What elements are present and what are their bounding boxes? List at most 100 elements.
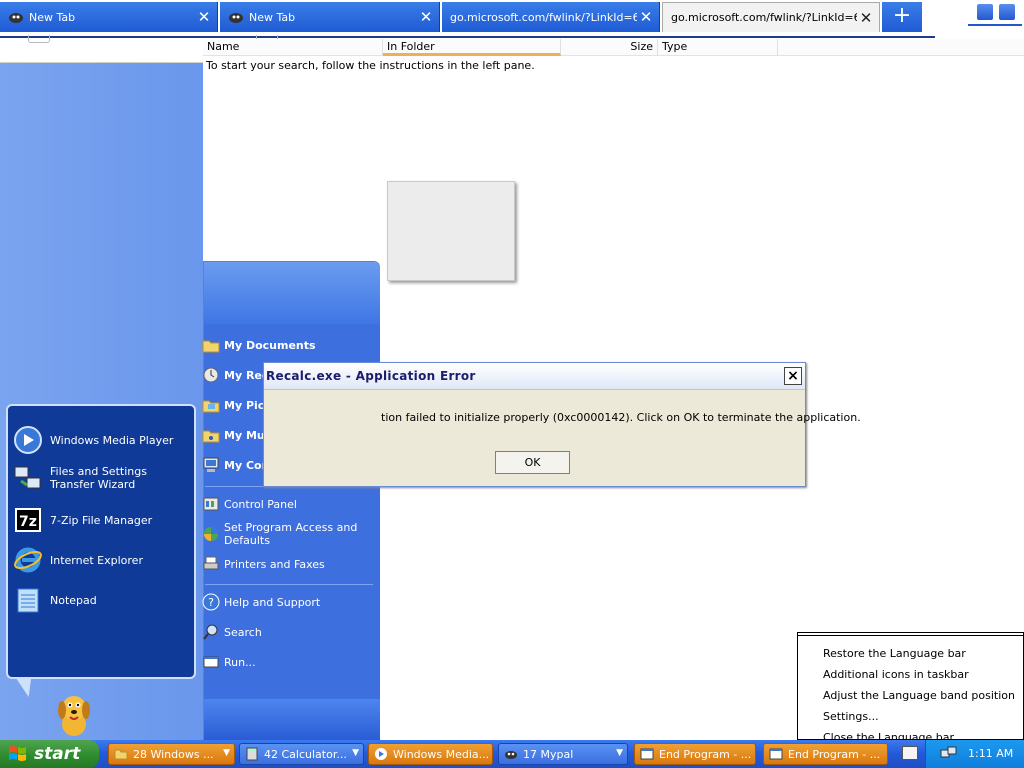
browser-tab-1[interactable]: New Tab ✕ [0,2,218,32]
network-icon[interactable] [940,746,958,765]
results-column-header: Name In Folder Size Type [203,39,1024,56]
taskbar-button-mypal[interactable]: 17 Mypal ▼ [498,743,628,765]
taskbar-button-label: 42 Calculator... [264,747,347,761]
menu-separator [205,584,373,585]
menu-item-help[interactable]: ? Help and Support [201,592,376,612]
menu-item-restore-language-bar[interactable]: Restore the Language bar [823,647,966,660]
search-assistant-dog-icon[interactable] [50,690,98,738]
help-icon: ? [201,592,221,612]
my-music-icon [201,425,221,445]
menu-item-label: Run... [224,655,256,669]
menu-item-7zip[interactable]: 7z 7-Zip File Manager [12,504,192,536]
column-type[interactable]: Type [658,39,778,56]
tab-title: go.microsoft.com/fwlink/?LinkId=6915 [450,10,637,24]
menu-item-label: Internet Explorer [50,553,143,567]
start-button[interactable]: start [0,740,99,768]
window-icon [640,747,654,761]
menu-item-search[interactable]: Search [201,622,376,642]
menu-item-run[interactable]: Run... [201,652,376,672]
control-panel-icon [201,494,221,514]
menu-item-internet-explorer[interactable]: Internet Explorer [12,544,192,576]
restore-button[interactable] [976,3,994,21]
taskbar-button-end-program-2[interactable]: End Program - ... [763,743,888,765]
column-size[interactable]: Size [561,39,658,56]
group-arrow-icon: ▼ [616,748,623,758]
menu-item-settings[interactable]: Settings... [823,710,879,723]
svg-text:7z: 7z [19,514,37,530]
dialog-close-button[interactable]: × [784,367,802,385]
menu-item-notepad[interactable]: Notepad [12,584,192,616]
svg-text:?: ? [208,596,214,609]
taskbar-button-windows-explorer[interactable]: 28 Windows ... ▼ [108,743,235,765]
mypal-icon [228,9,244,25]
close-window-button[interactable] [998,3,1016,21]
clock[interactable]: 1:11 AM [968,747,1013,760]
menu-item-adjust-band-position[interactable]: Adjust the Language band position [823,689,1015,702]
folder-icon [114,747,128,761]
menu-item-label: 7-Zip File Manager [50,513,153,527]
dialog-title-bar[interactable]: Recalc.exe - Application Error × [264,363,805,390]
taskbar-button-label: Windows Media... [393,747,490,761]
column-in-folder[interactable]: In Folder [383,39,561,56]
window-icon [769,747,783,761]
menu-item-additional-icons[interactable]: Additional icons in taskbar [823,668,969,681]
printer-icon [201,554,221,574]
column-name[interactable]: Name [203,39,383,56]
error-message: tion failed to initialize properly (0xc0… [381,411,861,424]
transfer-wizard-icon [12,462,44,494]
menu-item-control-panel[interactable]: Control Panel [201,494,376,514]
taskbar-button-label: End Program - ... [659,747,752,761]
menu-item-label: Notepad [50,593,97,607]
browser-tab-2[interactable]: New Tab ✕ [220,2,440,32]
taskbar: start 28 Windows ... ▼ 42 Calculator... … [0,740,1024,768]
blank-window[interactable] [387,181,515,281]
close-tab-icon[interactable]: ✕ [195,8,213,26]
close-tab-icon[interactable]: ✕ [637,8,655,26]
menu-item-label: Control Panel [224,497,297,511]
new-tab-button[interactable]: + [882,2,922,32]
start-menu-bottom-band [204,699,380,740]
run-icon [201,652,221,672]
menu-item-windows-media-player[interactable]: Windows Media Player [12,424,192,456]
language-bar-context-menu: Restore the Language bar Additional icon… [797,632,1024,740]
7zip-icon: 7z [12,504,44,536]
menu-item-label: My Documents [224,338,316,352]
browser-tab-4[interactable]: go.microsoft.com/fwlink/?LinkId=6915 ✕ [662,2,880,32]
menu-item-label: Set Program Access and Defaults [224,521,358,547]
menu-item-label: Printers and Faxes [224,557,325,571]
taskbar-button-windows-media[interactable]: Windows Media... [368,743,493,765]
menu-item-label: Search [224,625,262,639]
menu-item-label: Help and Support [224,595,321,609]
close-tab-icon[interactable]: ✕ [417,8,435,26]
close-tab-icon[interactable]: ✕ [857,9,875,27]
menu-item-transfer-wizard[interactable]: Files and Settings Transfer Wizard [12,462,192,494]
start-menu-top-band [204,262,380,324]
taskbar-button-label: 17 Mypal [523,747,574,761]
menu-item-my-documents[interactable]: My Documents [201,335,376,355]
tab-title: New Tab [29,10,76,24]
tab-title: go.microsoft.com/fwlink/?LinkId=6915 [671,11,857,24]
start-label: start [34,744,81,764]
start-menu-pinned-column: Windows Media Player Files and Settings … [6,404,196,679]
window-controls [968,3,1022,26]
mypal-icon [504,747,518,761]
my-computer-icon [201,455,221,475]
menu-item-close-language-bar[interactable]: Close the Language bar [823,731,954,739]
system-tray: 1:11 AM [925,740,1024,768]
menu-item-program-access[interactable]: Set Program Access and Defaults [201,521,376,547]
recent-documents-icon [201,365,221,385]
taskbar-button-calculator[interactable]: 42 Calculator... ▼ [239,743,364,765]
browser-tab-3[interactable]: go.microsoft.com/fwlink/?LinkId=6915 ✕ [442,2,660,32]
taskbar-button-end-program-1[interactable]: End Program - ... [634,743,756,765]
keyboard-icon[interactable] [902,746,918,760]
mypal-icon [8,9,24,25]
ok-button[interactable]: OK [495,451,570,474]
toolbar-button[interactable] [28,35,50,43]
window-edge [968,24,1022,26]
program-access-icon [201,524,221,544]
menu-item-label: Windows Media Player [50,433,174,447]
menu-item-printers[interactable]: Printers and Faxes [201,554,376,574]
notepad-icon [12,584,44,616]
media-player-icon [12,424,44,456]
group-arrow-icon: ▼ [352,748,359,758]
